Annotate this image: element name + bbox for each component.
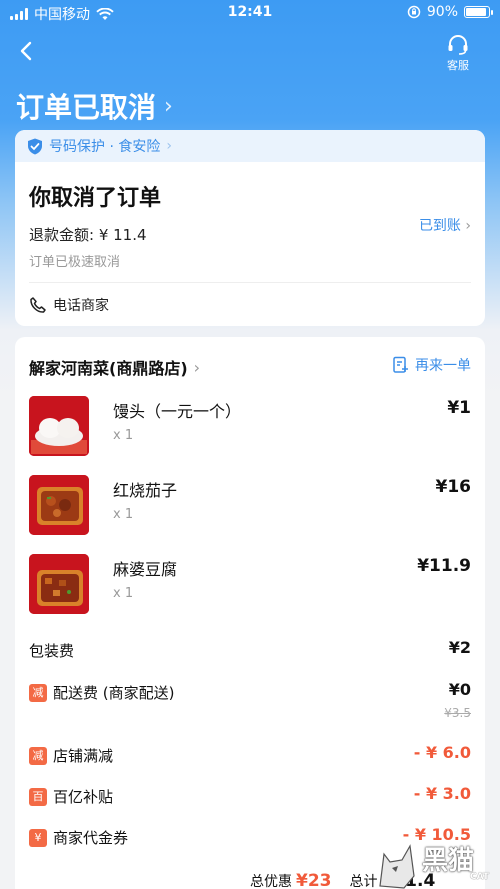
cat-head-icon — [379, 844, 415, 889]
back-button[interactable] — [12, 36, 42, 66]
shield-check-icon — [28, 138, 42, 154]
watermark-text: 黑猫 — [422, 846, 475, 876]
item-quantity: x 1 — [113, 428, 134, 443]
item-name: 麻婆豆腐 — [113, 560, 178, 579]
fee-label: 减 配送费 (商家配送) — [29, 682, 174, 703]
protection-label: 号码保护 · 食安险 — [49, 139, 161, 155]
customer-service-button[interactable]: 客服 — [442, 34, 474, 73]
discount-label: 总优惠 — [250, 874, 292, 889]
chevron-left-icon — [20, 41, 32, 61]
fee-label: ¥ 商家代金券 — [29, 827, 128, 848]
discount-total: ¥23 — [296, 871, 332, 889]
chevron-right-icon: › — [465, 218, 471, 234]
order-item: 馒头（一元一个） x 1 ¥1 — [29, 396, 471, 458]
fee-row-subsidy: 百 百亿补贴 - ¥ 3.0 — [29, 784, 471, 810]
status-right: 90% — [407, 4, 493, 20]
call-merchant-label: 电话商家 — [53, 297, 109, 314]
orientation-lock-icon — [407, 5, 421, 19]
store-name: 解家河南菜(商鼎路店) — [29, 359, 188, 378]
fee-label-text: 百亿补贴 — [53, 788, 114, 806]
fee-value: ¥2 — [448, 638, 471, 657]
item-quantity: x 1 — [113, 507, 134, 522]
order-detail-card: 解家河南菜(商鼎路店) › 再来一单 馒头（一元一个） x 1 ¥1 红烧茄子 … — [15, 337, 485, 889]
fee-row-delivery: 减 配送费 (商家配送) ¥0 ¥3.5 — [29, 680, 471, 724]
phone-icon — [30, 296, 46, 313]
battery-icon — [464, 6, 493, 18]
subsidy-badge-icon: 百 — [29, 787, 47, 806]
headset-icon — [448, 35, 468, 55]
fee-value: - ¥ 3.0 — [413, 784, 471, 803]
fee-label: 百 百亿补贴 — [29, 786, 113, 807]
store-link[interactable]: 解家河南菜(商鼎路店) › 再来一单 — [29, 353, 471, 381]
fee-label-text: 包装费 — [29, 642, 75, 660]
item-price: ¥11.9 — [417, 556, 471, 576]
item-thumbnail — [29, 554, 89, 614]
status-bar: 中国移动 12:41 90% — [0, 0, 500, 26]
reorder-label: 再来一单 — [415, 358, 471, 374]
battery-percent: 90% — [426, 4, 458, 20]
fee-row-store-discount: 减 店铺满减 - ¥ 6.0 — [29, 743, 471, 769]
watermark-logo: 黑猫 CAT — [374, 836, 500, 889]
fee-label: 减 店铺满减 — [29, 745, 113, 766]
order-status-title[interactable]: 订单已取消 › — [16, 86, 173, 126]
chevron-right-icon: › — [166, 138, 172, 154]
fee-label-text: 商家代金券 — [53, 829, 129, 847]
chevron-right-icon: › — [164, 93, 173, 119]
order-item: 红烧茄子 x 1 ¥16 — [29, 475, 471, 537]
fee-value: - ¥ 6.0 — [413, 743, 471, 762]
fee-row-packaging: 包装费 ¥2 — [29, 638, 471, 664]
original-fee: ¥3.5 — [444, 706, 471, 720]
order-status-card: 号码保护 · 食安险 › 你取消了订单 退款金额: ¥ 11.4 订单已极速取消… — [15, 130, 485, 326]
fee-value: ¥0 — [448, 680, 471, 699]
fee-label-text: 配送费 (商家配送) — [53, 684, 175, 702]
cancel-note: 订单已极速取消 — [29, 255, 121, 270]
item-thumbnail — [29, 475, 89, 535]
call-merchant-button[interactable]: 电话商家 — [29, 282, 471, 326]
item-name: 馒头（一元一个） — [113, 402, 242, 421]
chevron-right-icon: › — [193, 357, 201, 377]
service-label: 客服 — [447, 59, 469, 72]
discount-badge-icon: 减 — [29, 683, 47, 702]
refund-amount: 退款金额: ¥ 11.4 — [29, 226, 147, 244]
refund-status-label: 已到账 — [418, 218, 461, 234]
watermark-sub: CAT — [470, 872, 490, 882]
nav-bar: 客服 — [0, 30, 500, 74]
reorder-button[interactable]: 再来一单 — [392, 355, 471, 375]
discount-badge-icon: 减 — [29, 746, 47, 765]
item-quantity: x 1 — [113, 586, 134, 601]
protection-bar[interactable]: 号码保护 · 食安险 › — [15, 130, 485, 162]
status-heading: 你取消了订单 — [29, 186, 162, 211]
reorder-icon — [393, 356, 408, 373]
order-item: 麻婆豆腐 x 1 ¥11.9 — [29, 554, 471, 616]
item-thumbnail — [29, 396, 89, 456]
item-price: ¥16 — [435, 477, 472, 497]
status-main: 你取消了订单 退款金额: ¥ 11.4 订单已极速取消 — [15, 162, 485, 270]
refund-status-link[interactable]: 已到账 › — [419, 215, 471, 235]
fee-label: 包装费 — [29, 640, 74, 661]
item-name: 红烧茄子 — [113, 481, 178, 500]
item-price: ¥1 — [447, 398, 471, 418]
page-title: 订单已取消 — [16, 91, 157, 124]
fee-label-text: 店铺满减 — [53, 747, 114, 765]
voucher-badge-icon: ¥ — [29, 828, 47, 847]
